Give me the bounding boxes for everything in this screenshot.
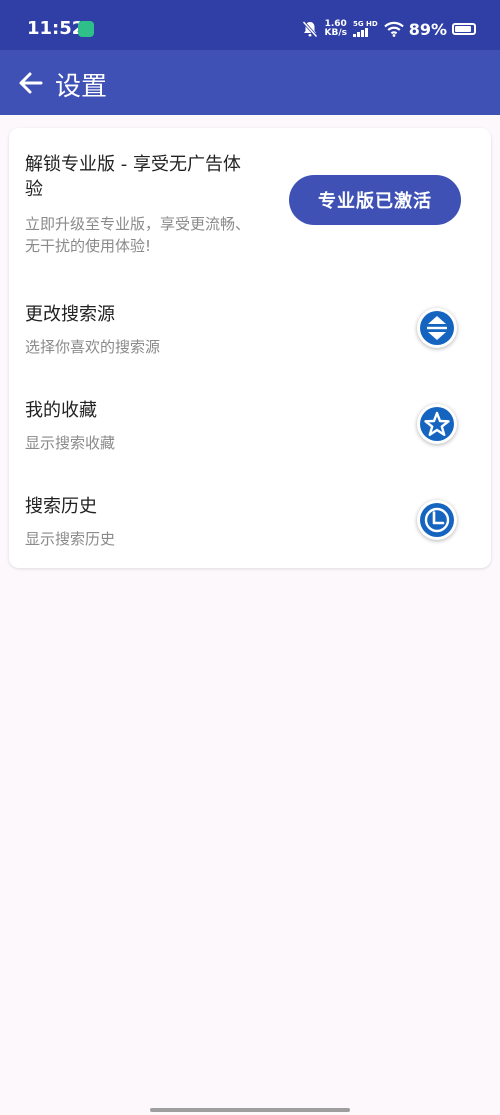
pro-title: 解锁专业版 - 享受无广告体验 (25, 154, 241, 200)
swap-vertical-icon[interactable] (417, 308, 457, 348)
star-icon[interactable] (417, 404, 457, 444)
wifi-icon (383, 21, 404, 37)
battery-fill (455, 26, 471, 32)
home-indicator[interactable] (150, 1108, 350, 1112)
network-type: 5G HD (352, 19, 378, 39)
clock-icon-glyph (420, 503, 454, 537)
swap-vertical-icon-glyph (420, 311, 454, 345)
battery-percent: 89% (408, 19, 447, 39)
signal-icon (352, 27, 368, 37)
network-speed: 1.60 KB/s (324, 20, 346, 38)
settings-item-search-source[interactable]: 更改搜索源 选择你喜欢的搜索源 (9, 300, 491, 380)
settings-item-subtitle: 显示搜索收藏 (25, 434, 116, 452)
status-time: 11:52 (27, 18, 85, 39)
star-icon-glyph (420, 407, 454, 441)
network-type-label: 5G HD (352, 19, 378, 28)
mute-bell-icon (302, 20, 319, 38)
settings-item-subtitle: 选择你喜欢的搜索源 (25, 338, 161, 356)
status-indicators: 1.60 KB/s 5G HD 89% (302, 16, 476, 42)
clock-icon[interactable] (417, 500, 457, 540)
pro-description: 立即升级至专业版，享受更流畅、无干扰的使用体验! (25, 215, 251, 255)
settings-item-subtitle: 显示搜索历史 (25, 530, 116, 548)
settings-item-favorites[interactable]: 我的收藏 显示搜索收藏 (9, 396, 491, 476)
network-speed-unit: KB/s (324, 28, 347, 38)
settings-item-history[interactable]: 搜索历史 显示搜索历史 (9, 492, 491, 572)
settings-item-title: 搜索历史 (25, 496, 97, 517)
app-notification-icon (78, 21, 94, 37)
battery-icon (452, 23, 476, 35)
pro-activated-button[interactable]: 专业版已激活 (289, 175, 461, 225)
settings-card: 解锁专业版 - 享受无广告体验 立即升级至专业版，享受更流畅、无干扰的使用体验!… (9, 128, 491, 568)
settings-item-title: 我的收藏 (25, 400, 97, 421)
app-bar: 设置 (0, 50, 500, 115)
back-button[interactable] (16, 68, 46, 98)
arrow-back-icon (19, 72, 43, 94)
page-title: 设置 (55, 72, 108, 102)
settings-item-title: 更改搜索源 (25, 304, 115, 325)
